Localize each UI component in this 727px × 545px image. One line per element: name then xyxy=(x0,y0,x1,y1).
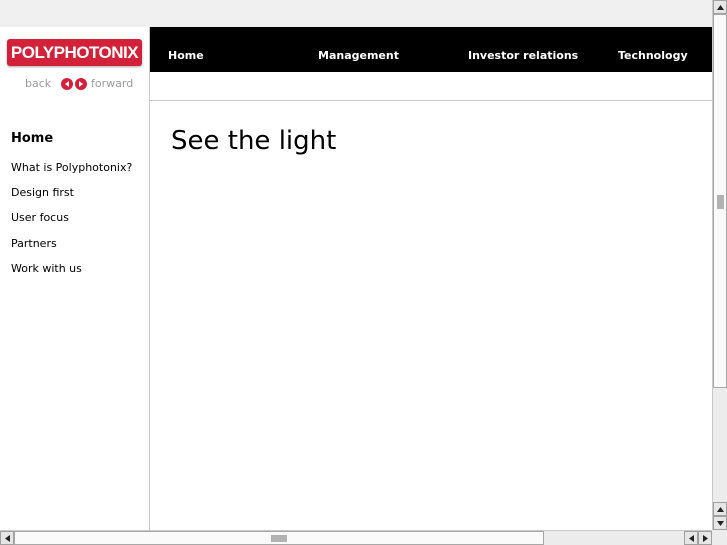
back-link[interactable]: back xyxy=(25,77,51,91)
sidebar-item-what-is-polyphotonix[interactable]: What is Polyphotonix? xyxy=(11,161,132,174)
nav-investor-relations[interactable]: Investor relations xyxy=(468,27,578,72)
scroll-up-icon-lower[interactable] xyxy=(713,502,727,516)
scroll-grip-horizontal xyxy=(271,535,287,542)
sidebar-item-home[interactable]: Home xyxy=(11,131,53,146)
horizontal-scroll-thumb[interactable] xyxy=(14,531,544,545)
sub-nav-bar xyxy=(150,72,712,101)
scroll-left-icon[interactable] xyxy=(0,531,14,545)
forward-link[interactable]: forward xyxy=(91,77,133,91)
polyphotonix-logo[interactable]: POLYPHOTONIX xyxy=(7,39,142,66)
top-strip xyxy=(0,0,712,27)
nav-technology[interactable]: Technology xyxy=(618,27,688,72)
sidebar: POLYPHOTONIX back forward Home What is P… xyxy=(0,27,150,530)
back-arrow-icon[interactable] xyxy=(61,78,73,90)
scroll-left-icon-right[interactable] xyxy=(684,531,698,545)
scrollbar-corner xyxy=(712,530,727,545)
forward-arrow-icon[interactable] xyxy=(75,78,87,90)
history-arrows xyxy=(61,78,87,90)
page-headline: See the light xyxy=(171,126,337,156)
sidebar-item-partners[interactable]: Partners xyxy=(11,237,57,250)
vertical-scrollbar[interactable] xyxy=(712,0,727,530)
nav-management[interactable]: Management xyxy=(318,27,399,72)
scroll-down-icon[interactable] xyxy=(713,516,727,530)
vertical-scroll-thumb[interactable] xyxy=(713,14,727,388)
horizontal-scrollbar[interactable] xyxy=(0,530,712,545)
scroll-grip xyxy=(717,195,724,209)
scroll-right-icon[interactable] xyxy=(698,531,712,545)
top-nav: Home Management Investor relations Techn… xyxy=(150,27,712,72)
scroll-up-icon[interactable] xyxy=(713,0,727,14)
sidebar-item-work-with-us[interactable]: Work with us xyxy=(11,262,82,275)
sidebar-item-design-first[interactable]: Design first xyxy=(11,186,74,199)
sidebar-item-user-focus[interactable]: User focus xyxy=(11,211,69,224)
nav-home[interactable]: Home xyxy=(168,27,204,72)
